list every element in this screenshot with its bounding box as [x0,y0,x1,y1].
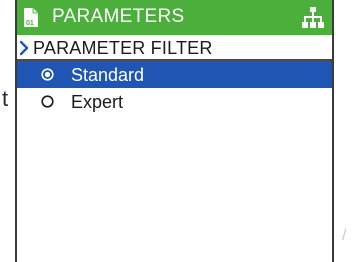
radio-selected-icon [41,68,54,81]
network-tree-icon[interactable] [302,6,324,30]
document-icon: 01 [24,8,38,27]
background-text-fragment: t [2,86,9,111]
document-icon-label: 01 [26,20,34,27]
chevron-right-icon [19,40,29,56]
parameter-filter-options: Standard Expert [17,61,332,115]
option-expert[interactable]: Expert [17,88,332,115]
title-bar: 01 PARAMETERS [17,0,332,35]
option-label: Expert [71,92,124,112]
breadcrumb-label: PARAMETER FILTER [33,38,213,58]
device-screen: 01 PARAMETERS PARAMETER FILTER Standard [15,0,334,262]
option-label: Standard [71,65,145,85]
breadcrumb[interactable]: PARAMETER FILTER [17,35,332,61]
background-mark: / [342,227,347,244]
page-title: PARAMETERS [52,6,185,27]
radio-unselected-icon [41,95,54,108]
option-standard[interactable]: Standard [17,61,332,88]
